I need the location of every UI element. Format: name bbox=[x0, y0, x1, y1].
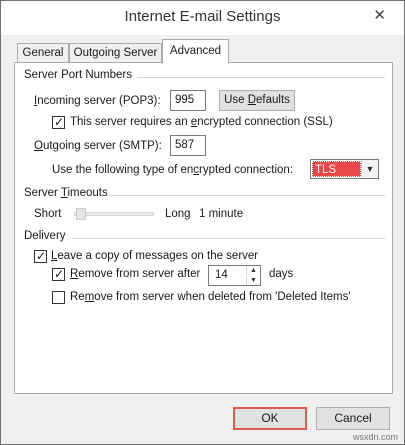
checkmark-icon: ✓ bbox=[54, 267, 65, 281]
ssl-checkbox-label[interactable]: This server requires an encrypted connec… bbox=[70, 116, 333, 128]
delivery-group-title: Delivery bbox=[24, 230, 66, 242]
window-title: Internet E-mail Settings bbox=[124, 8, 281, 25]
incoming-server-label: Incoming server (POP3): bbox=[34, 95, 161, 107]
timeout-value: 1 minute bbox=[199, 208, 244, 220]
remove-deleted-label[interactable]: Remove from server when deleted from 'De… bbox=[70, 291, 351, 303]
ssl-checkbox[interactable]: ✓ bbox=[52, 115, 65, 129]
timeout-slider-track[interactable] bbox=[74, 212, 154, 216]
incoming-port-input[interactable]: 995 bbox=[170, 90, 206, 111]
days-stepper[interactable]: 14 ▲ ▼ bbox=[208, 265, 261, 286]
title-bar: Internet E-mail Settings ✕ bbox=[1, 1, 404, 35]
tab-advanced[interactable]: Advanced bbox=[162, 39, 229, 64]
group-divider bbox=[109, 195, 385, 196]
cancel-button[interactable]: Cancel bbox=[316, 407, 390, 430]
use-defaults-button[interactable]: Use Defaults bbox=[219, 90, 295, 111]
group-divider bbox=[72, 238, 385, 239]
checkmark-icon: ✓ bbox=[36, 249, 47, 263]
server-timeouts-group-title: Server Timeouts bbox=[24, 187, 108, 199]
group-divider bbox=[137, 77, 385, 78]
leave-copy-checkbox[interactable]: ✓ bbox=[34, 249, 47, 263]
chevron-down-icon[interactable]: ▼ bbox=[361, 160, 378, 178]
encryption-type-select[interactable]: TLS ▼ bbox=[310, 159, 379, 179]
long-label: Long bbox=[165, 208, 191, 220]
chevron-down-icon[interactable]: ▼ bbox=[246, 276, 260, 285]
short-label: Short bbox=[34, 208, 62, 220]
checkmark-icon: ✓ bbox=[54, 115, 65, 129]
days-value: 14 bbox=[215, 269, 228, 281]
days-label: days bbox=[269, 268, 294, 280]
remove-deleted-checkbox[interactable] bbox=[52, 291, 65, 304]
advanced-panel: Server Port Numbers Incoming server (POP… bbox=[14, 62, 393, 394]
timeout-slider-thumb[interactable] bbox=[76, 208, 86, 220]
encryption-type-value: TLS bbox=[312, 161, 361, 177]
remove-after-checkbox[interactable]: ✓ bbox=[52, 267, 65, 281]
close-icon[interactable]: ✕ bbox=[373, 7, 386, 25]
outgoing-port-input[interactable]: 587 bbox=[170, 135, 206, 156]
ok-button[interactable]: OK bbox=[233, 407, 307, 430]
encryption-type-label: Use the following type of encrypted conn… bbox=[52, 164, 294, 176]
server-ports-group-title: Server Port Numbers bbox=[24, 69, 133, 81]
tab-general[interactable]: General bbox=[17, 43, 69, 63]
remove-after-label[interactable]: Remove from server after bbox=[70, 268, 200, 280]
outgoing-server-label: Outgoing server (SMTP): bbox=[34, 140, 162, 152]
email-settings-dialog: Internet E-mail Settings ✕ General Outgo… bbox=[0, 0, 405, 445]
chevron-up-icon[interactable]: ▲ bbox=[246, 266, 260, 275]
watermark: wsxdn.com bbox=[352, 432, 398, 442]
leave-copy-label[interactable]: Leave a copy of messages on the server bbox=[51, 250, 258, 262]
tab-outgoing-server[interactable]: Outgoing Server bbox=[69, 43, 162, 63]
